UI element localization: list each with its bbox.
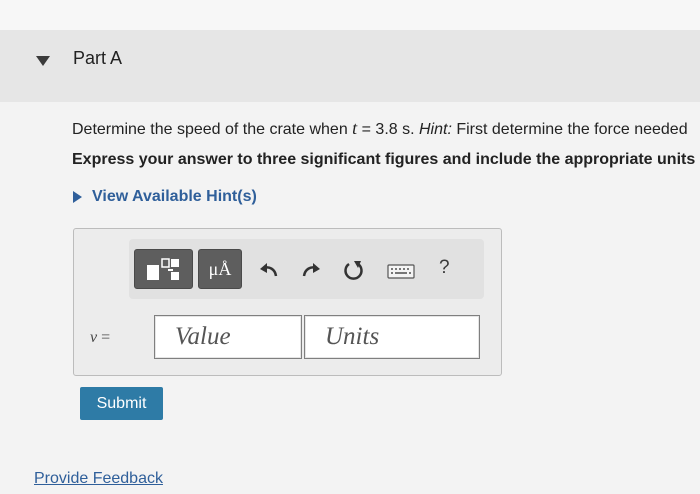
answer-variable-label: v = (90, 329, 110, 347)
top-strip (0, 0, 700, 30)
part-title: Part A (73, 48, 123, 68)
units-input[interactable] (304, 315, 480, 359)
help-icon[interactable]: ? (439, 257, 450, 279)
caret-right-icon (73, 191, 82, 203)
submit-button[interactable]: Submit (80, 387, 163, 420)
question-hint-text: First determine the force needed (451, 121, 688, 138)
question-hint-label: Hint: (419, 121, 452, 138)
question-condition: = 3.8 s. (357, 121, 419, 138)
symbols-button[interactable]: μÅ (198, 249, 242, 289)
templates-icon (147, 258, 179, 280)
templates-button[interactable] (134, 249, 193, 289)
answer-equals: = (97, 329, 111, 346)
instruction-text: Express your answer to three significant… (72, 151, 696, 168)
reset-icon[interactable] (342, 259, 366, 281)
keyboard-icon[interactable] (387, 259, 415, 281)
view-hints-label: View Available Hint(s) (92, 188, 257, 205)
collapse-triangle-icon[interactable] (36, 55, 50, 67)
view-hints-link[interactable]: View Available Hint(s) (72, 188, 257, 206)
undo-icon[interactable] (257, 259, 281, 281)
question-prefix: Determine the speed of the crate when (72, 121, 353, 138)
value-input[interactable] (154, 315, 302, 359)
provide-feedback-link[interactable]: Provide Feedback (34, 470, 163, 488)
answer-box: μÅ ? v = (73, 228, 502, 376)
question-text: Determine the speed of the crate when t … (72, 118, 700, 139)
redo-icon[interactable] (299, 259, 323, 281)
math-toolbar: μÅ ? (129, 239, 484, 299)
